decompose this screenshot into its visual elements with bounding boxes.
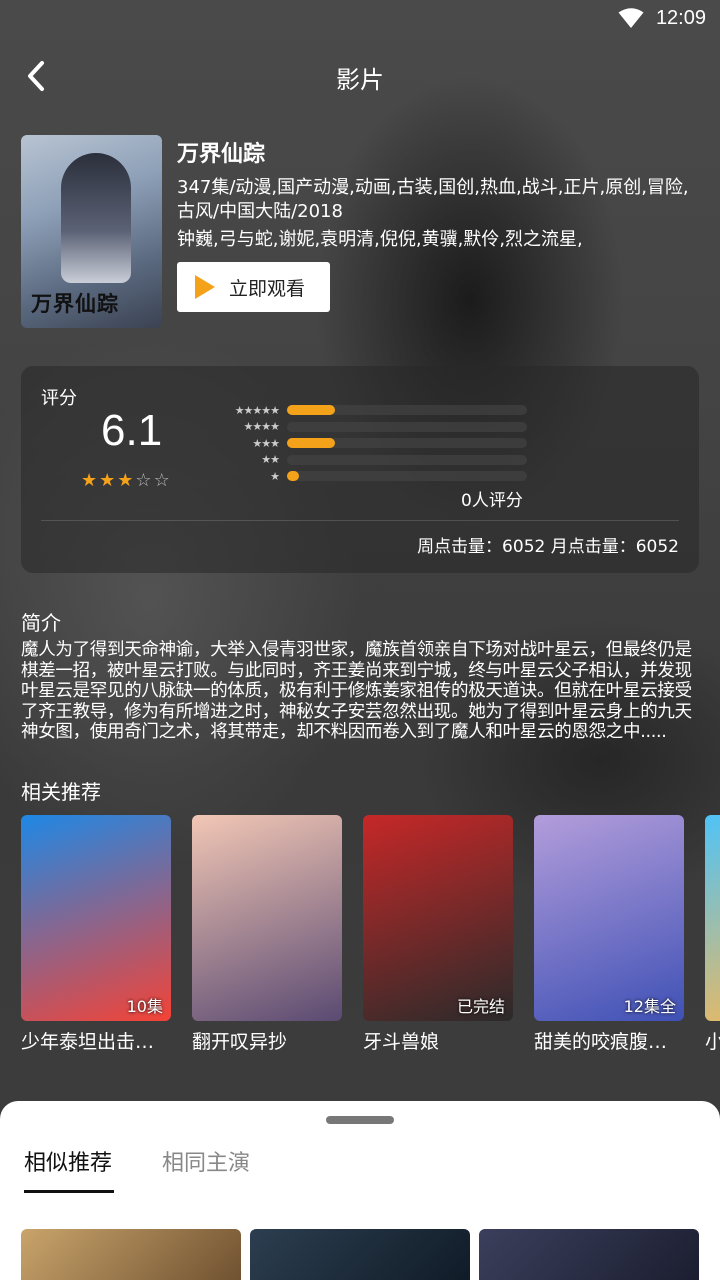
related-thumbnail: 12集全 [534, 815, 684, 1021]
rating-score: 6.1 [101, 406, 163, 455]
divider [41, 520, 679, 521]
rating-card: 评分 6.1 ★ ★ ★ ☆ ☆ ★★★★★ ★★★★ ★★★ ★★ ★ 0人评分 周点击量：6… [21, 366, 699, 573]
star-filled-icon: ★ [81, 470, 98, 491]
episode-badge: 10集 [126, 997, 163, 1016]
rating-bar-row: ★ [211, 468, 527, 485]
related-thumbnail: 已完结 [363, 815, 513, 1021]
rating-stars: ★ ★ ★ ☆ ☆ [81, 470, 170, 491]
top-bar: 影片 [0, 50, 720, 102]
movie-name: 万界仙踪 [177, 142, 266, 167]
poster-caption: 万界仙踪 [31, 291, 119, 316]
related-name: 甜美的咬痕腹… [534, 1031, 668, 1053]
rating-bar-track [287, 454, 527, 465]
star-empty-icon: ☆ [153, 470, 170, 491]
similar-thumb[interactable] [250, 1229, 470, 1280]
rating-bar-track [287, 421, 527, 432]
status-bar: 12:09 [0, 0, 720, 36]
related-item[interactable]: 翻开叹异抄 [192, 815, 342, 1054]
active-tab-indicator [24, 1190, 114, 1193]
related-name: 小 [705, 1027, 720, 1054]
star-empty-icon: ☆ [135, 470, 152, 491]
tab-similar[interactable]: 相似推荐 [24, 1145, 112, 1177]
rating-count: 0人评分 [461, 491, 523, 511]
tab-same-cast[interactable]: 相同主演 [162, 1145, 250, 1177]
watch-now-label: 立即观看 [229, 277, 306, 300]
poster-figure [61, 153, 131, 283]
movie-info: 万界仙踪 347集/动漫,国产动漫,动画,古装,国创,热血,战斗,正片,原创,冒… [177, 136, 697, 252]
intro-title: 简介 [21, 611, 61, 635]
rating-bar-row: ★★ [211, 452, 527, 469]
bottom-sheet: 相似推荐 相同主演 [0, 1101, 720, 1280]
rating-bar-row: ★★★★★ [211, 402, 527, 419]
related-item[interactable]: 已完结 牙斗兽娘 [363, 815, 513, 1054]
click-stats: 周点击量：6052 月点击量：6052 [417, 537, 679, 557]
related-item[interactable]: 12集全甜美的咬痕腹… [534, 815, 684, 1054]
related-item[interactable]: 10集少年泰坦出击… [21, 815, 171, 1054]
related-name: 牙斗兽娘 [363, 1031, 440, 1053]
status-time: 12:09 [655, 6, 706, 29]
rating-bar-fill [287, 438, 335, 449]
related-thumbnail [705, 815, 720, 1021]
page-title: 影片 [336, 66, 384, 94]
rating-label: 评分 [41, 388, 77, 409]
episode-badge: 已完结 [456, 997, 505, 1016]
rating-bar-stars: ★★★ [252, 436, 280, 450]
similar-thumb[interactable] [21, 1229, 241, 1280]
rating-bar-track [287, 471, 527, 482]
rating-bar-fill [287, 471, 299, 482]
rating-bar-row: ★★★★ [211, 419, 527, 436]
movie-meta: 347集/动漫,国产动漫,动画,古装,国创,热血,战斗,正片,原创,冒险,古风/… [177, 177, 689, 222]
star-filled-icon: ★ [117, 470, 134, 491]
intro-text: 魔人为了得到天命神谕，大举入侵青羽世家，魔族首领亲自下场对战叶星云，但最终仍是棋… [21, 640, 692, 742]
related-thumbnail [192, 815, 342, 1021]
rating-bar-stars: ★★ [261, 453, 280, 467]
related-name: 少年泰坦出击… [21, 1031, 155, 1053]
star-filled-icon: ★ [99, 470, 116, 491]
similar-thumb[interactable] [479, 1229, 699, 1280]
rating-bar-stars: ★★★★ [243, 420, 280, 434]
sheet-drag-handle[interactable] [326, 1116, 394, 1124]
related-name: 翻开叹异抄 [192, 1031, 288, 1053]
rating-distribution: ★★★★★ ★★★★ ★★★ ★★ ★ [211, 402, 527, 485]
related-item[interactable]: 小 [705, 815, 720, 1054]
watch-now-button[interactable]: 立即观看 [177, 262, 330, 312]
rating-bar-fill [287, 405, 335, 416]
wifi-icon [618, 8, 644, 28]
rating-bar-stars: ★★★★★ [234, 403, 280, 417]
episode-badge: 12集全 [623, 997, 676, 1016]
related-thumbnail: 10集 [21, 815, 171, 1021]
rating-bar-stars: ★ [270, 469, 280, 483]
movie-poster[interactable]: 万界仙踪 [21, 135, 162, 328]
play-icon [195, 275, 215, 299]
related-list: 10集少年泰坦出击…翻开叹异抄已完结牙斗兽娘12集全甜美的咬痕腹…小 [21, 815, 720, 1055]
rating-bar-row: ★★★ [211, 435, 527, 452]
movie-cast: 钟巍,弓与蛇,谢妮,袁明清,倪倪,黄骥,默伶,烈之流星, [177, 229, 583, 250]
related-title: 相关推荐 [21, 780, 101, 804]
